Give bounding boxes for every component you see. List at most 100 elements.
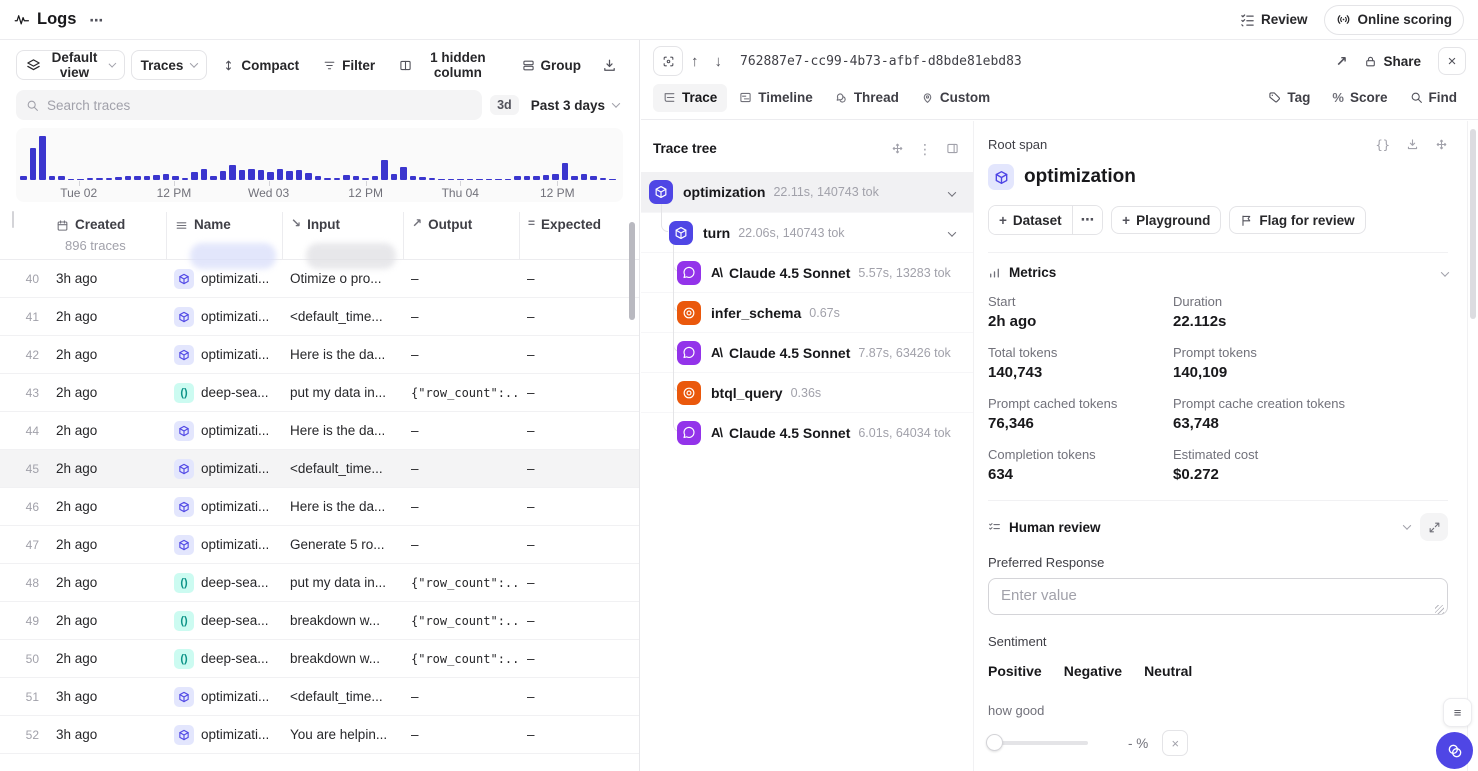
select-all-checkbox[interactable]	[12, 211, 14, 228]
previous-trace-button[interactable]: ↑	[683, 49, 707, 74]
histogram-bar[interactable]	[58, 176, 65, 180]
histogram-bar[interactable]	[609, 179, 616, 180]
histogram-bar[interactable]	[201, 169, 208, 180]
table-row[interactable]: 452h agooptimizati...<default_time...––	[0, 450, 639, 488]
tab-thread[interactable]: Thread	[825, 84, 909, 112]
column-header-expected[interactable]: = Expected	[519, 212, 639, 259]
histogram-bar[interactable]	[372, 176, 379, 180]
histogram-bar[interactable]	[334, 178, 341, 180]
floating-menu-button[interactable]: ≡	[1443, 698, 1472, 727]
histogram-bar[interactable]	[20, 176, 27, 180]
histogram-bar[interactable]	[552, 174, 559, 180]
histogram-bar[interactable]	[182, 178, 189, 180]
move-icon[interactable]	[1435, 138, 1448, 151]
trace-tree-item[interactable]: btql_query0.36s	[641, 372, 973, 412]
collapse-chevron-icon[interactable]	[949, 225, 955, 240]
close-panel-button[interactable]: ×	[1438, 47, 1466, 75]
histogram-bar[interactable]	[315, 176, 322, 180]
flag-for-review-button[interactable]: Flag for review	[1229, 206, 1365, 234]
histogram-bar[interactable]	[343, 175, 350, 180]
histogram-bar[interactable]	[476, 179, 483, 180]
right-scrollbar-track[interactable]	[1467, 121, 1478, 771]
open-fullscreen-button[interactable]: ↗	[1328, 46, 1356, 76]
histogram-bar[interactable]	[429, 178, 436, 180]
histogram-bar[interactable]	[305, 173, 312, 180]
histogram-bar[interactable]	[163, 174, 170, 180]
histogram-bar[interactable]	[229, 165, 236, 180]
table-row[interactable]: 523h agooptimizati...You are helpin...––	[0, 716, 639, 754]
focus-span-button[interactable]	[653, 46, 683, 76]
filter-button[interactable]: Filter	[314, 50, 384, 80]
histogram-bar[interactable]	[96, 178, 103, 180]
next-trace-button[interactable]: ↓	[707, 49, 731, 74]
histogram-bar[interactable]	[115, 177, 122, 180]
table-row[interactable]: 412h agooptimizati...<default_time...––	[0, 298, 639, 336]
column-header-output[interactable]: ↗ Output	[403, 212, 519, 259]
kebab-menu-icon[interactable]: ⋮	[918, 142, 932, 156]
histogram-bar[interactable]	[144, 176, 151, 180]
expand-review-button[interactable]	[1420, 513, 1448, 541]
trace-id[interactable]: 762887e7-cc99-4b73-afbf-d8bde81ebd83	[740, 54, 1022, 69]
histogram-bar[interactable]	[49, 176, 56, 180]
table-row[interactable]: 502h ago()deep-sea...breakdown w...{"row…	[0, 640, 639, 678]
open-in-playground-button[interactable]: + Playground	[1111, 206, 1221, 234]
histogram-bar[interactable]	[258, 170, 265, 180]
group-button[interactable]: Group	[513, 50, 591, 80]
panel-toggle-icon[interactable]	[946, 142, 959, 155]
histogram-bar[interactable]	[286, 171, 293, 180]
slider-thumb[interactable]	[986, 734, 1003, 751]
table-row[interactable]: 492h ago()deep-sea...breakdown w...{"row…	[0, 602, 639, 640]
sentiment-option-negative[interactable]: Negative	[1064, 661, 1122, 681]
histogram-bar[interactable]	[581, 174, 588, 180]
export-button[interactable]	[596, 50, 623, 80]
tab-trace[interactable]: Trace	[653, 84, 727, 112]
histogram-bar[interactable]	[277, 169, 284, 180]
histogram-bar[interactable]	[486, 179, 493, 180]
chevron-down-icon[interactable]	[1403, 521, 1411, 529]
histogram-bar[interactable]	[571, 176, 578, 180]
trace-tree-item[interactable]: A\Claude 4.5 Sonnet6.01s, 64034 tok	[641, 412, 973, 452]
histogram-bar[interactable]	[514, 176, 521, 180]
histogram-bar[interactable]	[210, 176, 217, 180]
histogram-bar[interactable]	[391, 174, 398, 180]
histogram-bar[interactable]	[457, 179, 464, 180]
score-slider[interactable]	[988, 741, 1088, 745]
table-row[interactable]: 462h agooptimizati...Here is the da...––	[0, 488, 639, 526]
histogram-bar[interactable]	[106, 178, 113, 180]
histogram-bar[interactable]	[239, 170, 246, 180]
review-button[interactable]: Review	[1231, 5, 1317, 35]
online-scoring-button[interactable]: Online scoring	[1324, 5, 1464, 35]
histogram-bar[interactable]	[362, 178, 369, 180]
histogram-bar[interactable]	[172, 176, 179, 180]
histogram-bar[interactable]	[153, 175, 160, 180]
histogram-bar[interactable]	[419, 177, 426, 180]
histogram-bar[interactable]	[39, 136, 46, 180]
search-input[interactable]	[47, 98, 472, 113]
histogram-bar[interactable]	[324, 178, 331, 180]
histogram-bar[interactable]	[410, 176, 417, 180]
page-menu-button[interactable]: ⋯	[80, 5, 112, 35]
table-row[interactable]: 472h agooptimizati...Generate 5 ro...––	[0, 526, 639, 564]
move-icon[interactable]	[891, 142, 904, 155]
right-scrollbar-thumb[interactable]	[1470, 129, 1476, 319]
histogram-bar[interactable]	[400, 167, 407, 180]
compact-toggle[interactable]: Compact	[213, 50, 308, 80]
histogram-bar[interactable]	[381, 160, 388, 180]
table-row[interactable]: 513h agooptimizati...<default_time...––	[0, 678, 639, 716]
tab-custom[interactable]: Custom	[911, 84, 1000, 112]
traces-mode-selector[interactable]: Traces	[131, 50, 208, 80]
histogram-bar[interactable]	[543, 175, 550, 180]
tag-button[interactable]: Tag	[1259, 83, 1319, 113]
clear-score-button[interactable]: ×	[1162, 730, 1188, 756]
histogram-bar[interactable]	[134, 176, 141, 180]
table-row[interactable]: 442h agooptimizati...Here is the da...––	[0, 412, 639, 450]
table-row[interactable]: 482h ago()deep-sea...put my data in...{"…	[0, 564, 639, 602]
search-box[interactable]	[16, 90, 482, 120]
histogram-bar[interactable]	[505, 179, 512, 180]
download-icon[interactable]	[1406, 138, 1419, 151]
histogram-bar[interactable]	[533, 176, 540, 180]
left-scrollbar-thumb[interactable]	[629, 222, 635, 320]
trace-tree-item[interactable]: A\Claude 4.5 Sonnet5.57s, 13283 tok	[641, 252, 973, 292]
sentiment-option-positive[interactable]: Positive	[988, 661, 1042, 681]
date-range-selector[interactable]: Past 3 days	[527, 90, 623, 120]
